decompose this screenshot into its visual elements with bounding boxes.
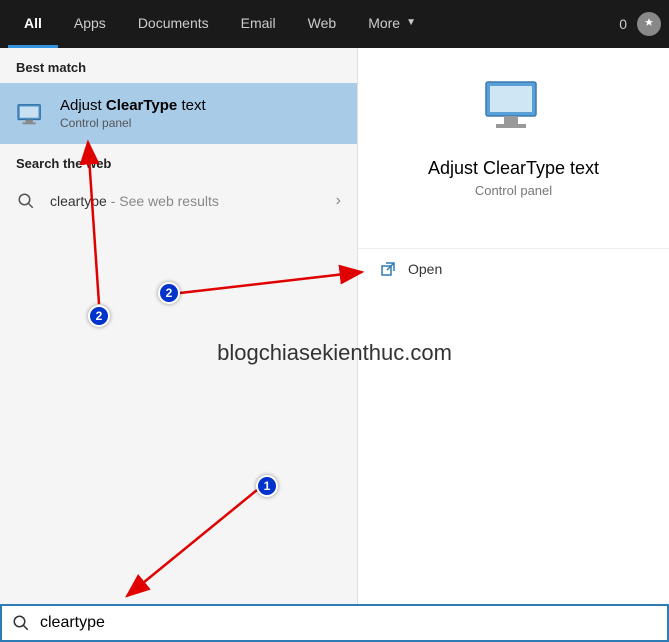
best-match-header: Best match — [0, 48, 357, 83]
annotation-badge-2b: 2 — [88, 305, 110, 327]
annotation-badge-1: 1 — [256, 475, 278, 497]
tab-label: Documents — [138, 15, 209, 31]
web-result-text: cleartype - See web results — [50, 193, 322, 209]
open-label: Open — [408, 261, 442, 277]
scope-tab-documents[interactable]: Documents — [122, 0, 225, 48]
open-action[interactable]: Open — [358, 249, 669, 289]
preview-title: Adjust ClearType text — [428, 158, 599, 179]
tab-label: More — [368, 15, 400, 31]
control-panel-icon — [16, 99, 46, 129]
tab-label: Apps — [74, 15, 106, 31]
preview-subtitle: Control panel — [475, 183, 552, 198]
tab-label: All — [24, 15, 42, 31]
tab-label: Web — [308, 15, 337, 31]
search-input-bar — [0, 604, 669, 642]
scope-tab-email[interactable]: Email — [225, 0, 292, 48]
feedback-count: 0 — [619, 16, 627, 32]
search-web-header: Search the web — [0, 144, 357, 179]
preview-actions: Open — [358, 248, 669, 289]
scope-tab-web[interactable]: Web — [292, 0, 353, 48]
chevron-right-icon: › — [336, 192, 341, 210]
rewards-icon[interactable] — [637, 12, 661, 36]
open-icon — [380, 261, 396, 277]
search-input[interactable] — [40, 614, 657, 632]
search-icon — [12, 614, 30, 632]
result-subtitle: Control panel — [60, 116, 206, 130]
tab-label: Email — [241, 15, 276, 31]
result-title: Adjust ClearType text — [60, 97, 206, 114]
annotation-badge-2a: 2 — [158, 282, 180, 304]
scope-tab-apps[interactable]: Apps — [58, 0, 122, 48]
search-icon — [16, 191, 36, 211]
search-scope-tabs: All Apps Documents Email Web More ▼ 0 — [0, 0, 669, 48]
chevron-down-icon: ▼ — [406, 17, 416, 28]
results-left-pane: Best match Adjust ClearType text Control… — [0, 48, 358, 604]
preview-pane: Adjust ClearType text Control panel Open — [358, 48, 669, 604]
scope-tab-all[interactable]: All — [8, 0, 58, 48]
web-search-result[interactable]: cleartype - See web results › — [0, 179, 357, 223]
scope-tab-more[interactable]: More ▼ — [352, 0, 432, 48]
best-match-result[interactable]: Adjust ClearType text Control panel — [0, 83, 357, 144]
preview-large-icon — [474, 78, 554, 138]
